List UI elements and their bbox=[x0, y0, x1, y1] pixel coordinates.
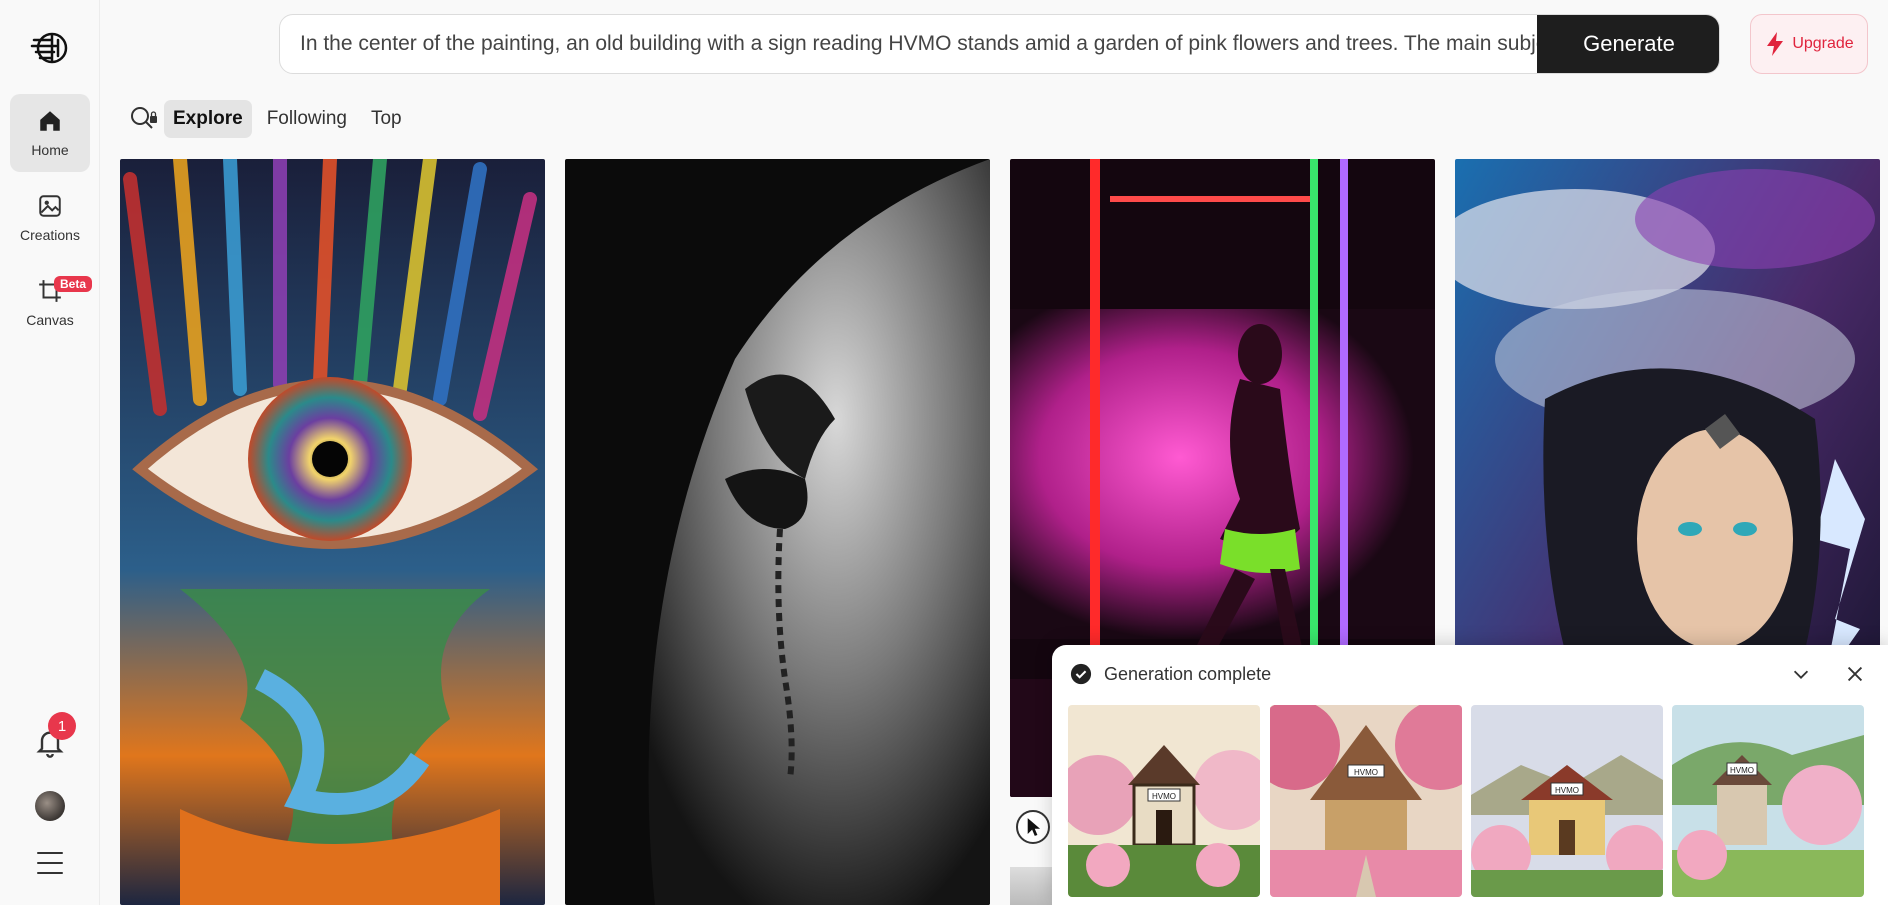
gallery-card-partial[interactable] bbox=[1010, 867, 1052, 905]
beta-badge: Beta bbox=[54, 276, 93, 292]
check-circle-icon bbox=[1070, 663, 1092, 685]
generate-button[interactable]: Generate bbox=[1537, 15, 1719, 73]
generation-header: Generation complete bbox=[1070, 663, 1271, 685]
generation-panel: Generation complete HVMO HVMO HVMO HVMO bbox=[1052, 645, 1888, 905]
generated-thumbnail[interactable]: HVMO bbox=[1068, 705, 1260, 897]
upgrade-button[interactable]: Upgrade bbox=[1750, 14, 1868, 74]
sidebar: Home Creations Beta Canvas 1 bbox=[0, 0, 100, 905]
upgrade-label: Upgrade bbox=[1792, 35, 1854, 52]
sidebar-item-canvas[interactable]: Beta Canvas bbox=[10, 264, 93, 342]
tab-following[interactable]: Following bbox=[258, 100, 356, 138]
sidebar-item-label: Home bbox=[31, 142, 69, 158]
hvmo-sign: HVMO bbox=[1152, 792, 1176, 801]
sidebar-item-home[interactable]: Home bbox=[10, 94, 90, 172]
generated-thumbnail[interactable]: HVMO bbox=[1270, 705, 1462, 897]
prompt-input[interactable]: In the center of the painting, an old bu… bbox=[280, 15, 1537, 73]
sidebar-item-label: Canvas bbox=[26, 312, 74, 328]
generated-thumbnail[interactable]: HVMO bbox=[1672, 705, 1864, 897]
chevron-down-icon[interactable] bbox=[1790, 663, 1812, 685]
tab-top[interactable]: Top bbox=[362, 100, 411, 138]
tab-explore[interactable]: Explore bbox=[164, 100, 252, 138]
hvmo-sign: HVMO bbox=[1555, 786, 1579, 795]
lightning-icon bbox=[1767, 32, 1784, 56]
home-icon bbox=[40, 111, 60, 131]
avatar[interactable] bbox=[35, 791, 65, 821]
gallery-card-tattoo[interactable] bbox=[565, 159, 990, 905]
generation-controls bbox=[1790, 663, 1866, 685]
sidebar-item-creations[interactable]: Creations bbox=[10, 179, 90, 257]
hamburger-menu-icon[interactable] bbox=[37, 852, 63, 874]
gallery-card-eye[interactable] bbox=[120, 159, 545, 905]
search-lock-icon[interactable] bbox=[128, 104, 158, 134]
sidebar-item-label: Creations bbox=[20, 227, 80, 243]
hvmo-sign: HVMO bbox=[1730, 766, 1754, 775]
close-icon[interactable] bbox=[1844, 663, 1866, 685]
image-icon bbox=[39, 195, 61, 217]
notification-badge: 1 bbox=[48, 712, 76, 740]
prompt-bar: In the center of the painting, an old bu… bbox=[279, 14, 1720, 74]
generated-thumbnail[interactable]: HVMO bbox=[1471, 705, 1663, 897]
generation-title: Generation complete bbox=[1104, 663, 1272, 684]
brain-logo-icon[interactable] bbox=[30, 28, 70, 68]
pointer-cursor-icon bbox=[1016, 810, 1050, 844]
feed-tabs: Explore Following Top bbox=[128, 99, 417, 139]
hvmo-sign: HVMO bbox=[1354, 768, 1378, 777]
